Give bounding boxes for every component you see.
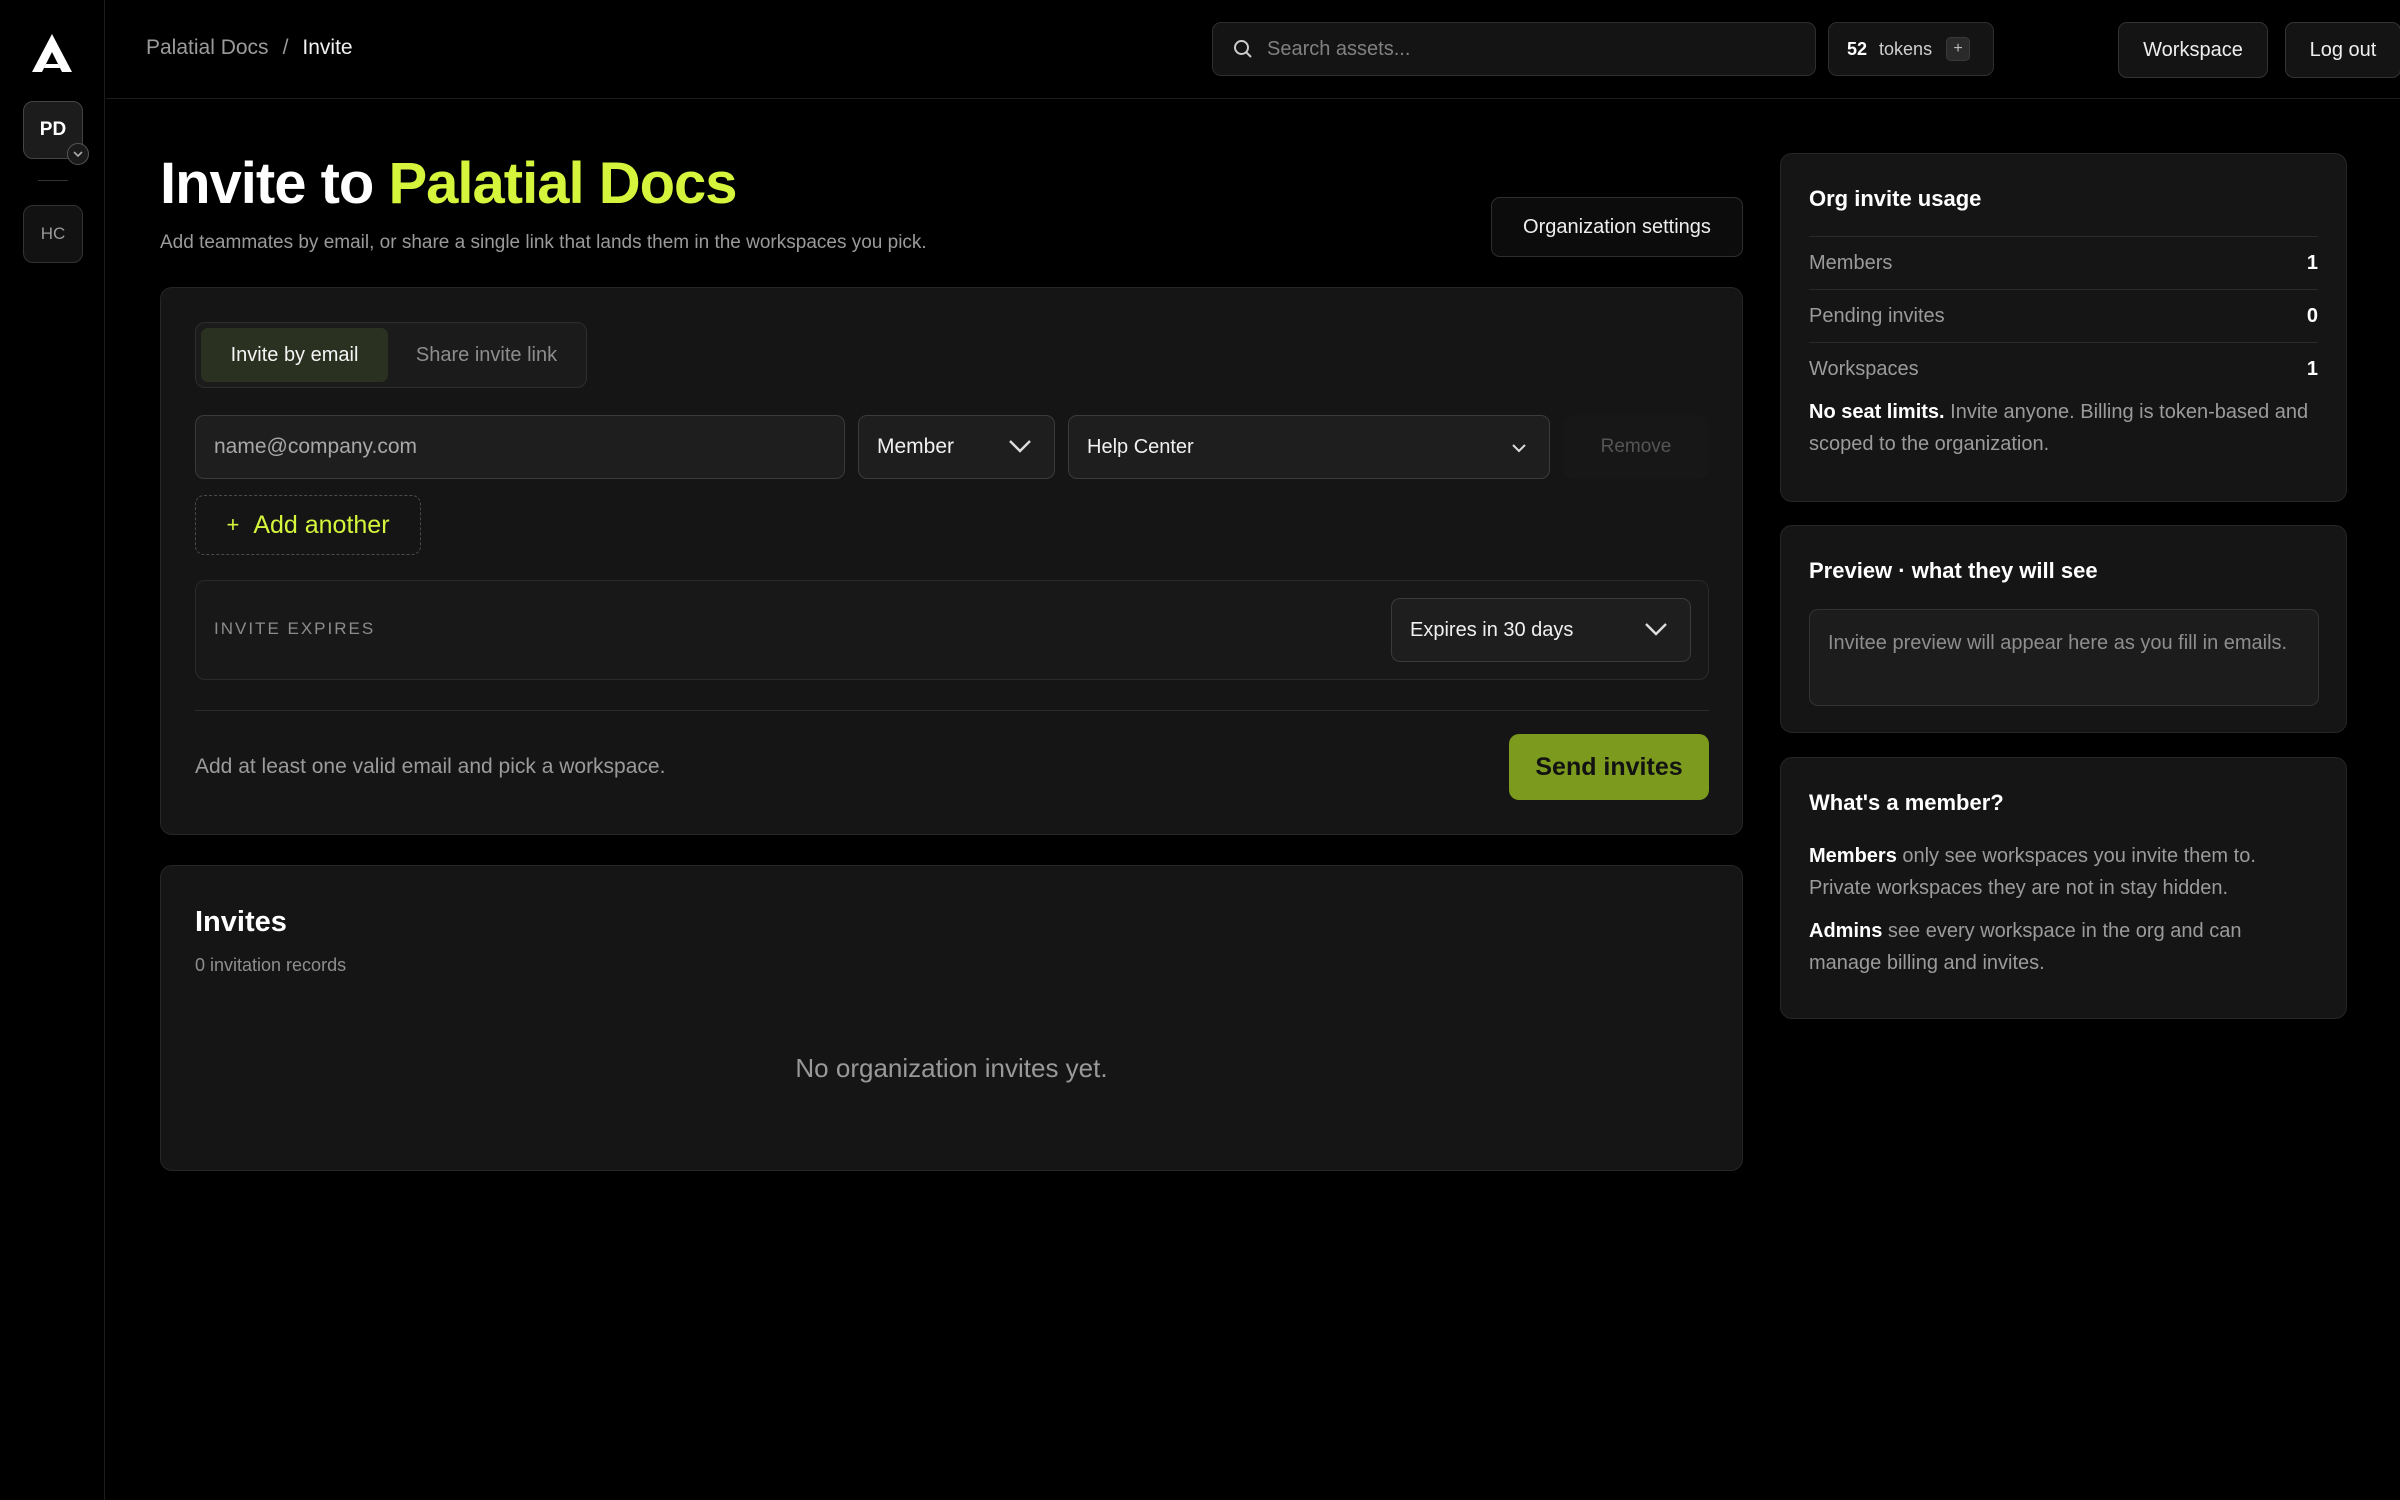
invites-list-card: Invites 0 invitation records No organiza… [160, 865, 1743, 1171]
usage-title: Org invite usage [1809, 186, 1982, 211]
usage-row-members: Members 1 [1809, 236, 2318, 289]
form-divider [195, 710, 1709, 711]
workspace-initials: PD [39, 119, 67, 140]
breadcrumb-parent[interactable]: Palatial Docs [146, 36, 269, 60]
usage-note: No seat limits. Invite anyone. Billing i… [1809, 396, 2318, 460]
usage-row-workspaces: Workspaces 1 [1809, 342, 2318, 395]
preview-title: Preview · what they will see [1809, 558, 2098, 583]
breadcrumb: Palatial Docs / Invite [146, 36, 353, 60]
workspace-select-value: Help Center [1087, 435, 1194, 458]
usage-row-value: 1 [2306, 357, 2318, 380]
invite-form-card: Invite by email Share invite link Member… [160, 287, 1743, 835]
usage-row-pending: Pending invites 0 [1809, 289, 2318, 342]
chevron-down-icon[interactable] [67, 143, 89, 165]
email-field[interactable] [195, 415, 845, 479]
plus-icon: + [226, 512, 240, 537]
member-info-title: What's a member? [1809, 790, 2004, 815]
expiry-select[interactable]: Expires in 30 days [1391, 598, 1691, 662]
admins-bold: Admins [1809, 920, 1883, 942]
invites-title: Invites [195, 906, 287, 938]
top-bar: Palatial Docs / Invite 52 tokens + Works… [106, 0, 2400, 99]
invite-expiry-panel: INVITE EXPIRES Expires in 30 days [195, 580, 1709, 680]
add-another-button[interactable]: + Add another [195, 495, 421, 555]
remove-row-button[interactable]: Remove [1564, 415, 1708, 479]
add-another-label: Add another [253, 510, 390, 539]
invitee-preview-card: Preview · what they will see Invitee pre… [1780, 525, 2347, 733]
usage-row-value: 0 [2306, 304, 2318, 327]
logout-button[interactable]: Log out [2285, 22, 2400, 78]
send-invites-button[interactable]: Send invites [1509, 734, 1709, 800]
token-label: tokens [1879, 38, 1933, 59]
expiry-select-value: Expires in 30 days [1410, 618, 1574, 641]
page-title-org: Palatial Docs [388, 151, 737, 216]
workspace-initials: HC [40, 224, 66, 243]
admins-description: Admins see every workspace in the org an… [1809, 915, 2318, 979]
tab-share-invite-link[interactable]: Share invite link [392, 328, 581, 382]
add-tokens-button[interactable]: + [1946, 37, 1971, 61]
breadcrumb-separator: / [282, 36, 289, 59]
usage-row-label: Members [1809, 251, 1893, 274]
search-icon [1234, 40, 1252, 58]
token-count: 52 [1847, 38, 1868, 59]
form-hint: Add at least one valid email and pick a … [195, 755, 666, 778]
breadcrumb-current: Invite [302, 36, 353, 59]
workspace-button[interactable]: Workspace [2118, 22, 2268, 78]
role-select-value: Member [877, 435, 955, 458]
rail-divider [38, 180, 68, 181]
chevron-down-icon [1512, 444, 1526, 453]
workspace-switcher-pd[interactable]: PD [23, 101, 89, 165]
page-title: Invite to Palatial Docs [160, 150, 738, 217]
invite-mode-tabs: Invite by email Share invite link [195, 322, 587, 388]
invite-expires-label: INVITE EXPIRES [214, 619, 376, 638]
invites-empty-state: No organization invites yet. [795, 1053, 1108, 1083]
usage-row-label: Pending invites [1809, 304, 1945, 327]
organization-settings-button[interactable]: Organization settings [1491, 197, 1743, 257]
tab-invite-by-email[interactable]: Invite by email [201, 328, 388, 382]
chevron-down-icon [1009, 440, 1031, 453]
search-input[interactable] [1267, 37, 1787, 61]
usage-row-label: Workspaces [1809, 357, 1919, 380]
usage-row-value: 1 [2306, 251, 2318, 274]
members-bold: Members [1809, 845, 1897, 867]
workspace-switcher-hc[interactable]: HC [23, 205, 83, 263]
usage-note-bold: No seat limits. [1809, 401, 1945, 423]
app-logo-icon[interactable] [32, 34, 72, 72]
role-select[interactable]: Member [858, 415, 1055, 479]
workspace-select[interactable]: Help Center [1068, 415, 1550, 479]
org-invite-usage-card: Org invite usage Members 1 Pending invit… [1780, 153, 2347, 502]
member-info-card: What's a member? Members only see worksp… [1780, 757, 2347, 1019]
members-description: Members only see workspaces you invite t… [1809, 840, 2318, 904]
page-title-prefix: Invite to [160, 151, 374, 216]
token-balance: 52 tokens + [1828, 22, 1994, 76]
workspace-rail: PD HC [0, 0, 105, 1500]
invitee-preview-box: Invitee preview will appear here as you … [1809, 609, 2319, 706]
chevron-down-icon [1645, 623, 1667, 636]
page-subtitle: Add teammates by email, or share a singl… [160, 232, 927, 253]
search-bar[interactable] [1212, 22, 1816, 76]
invites-count: 0 invitation records [195, 955, 347, 975]
